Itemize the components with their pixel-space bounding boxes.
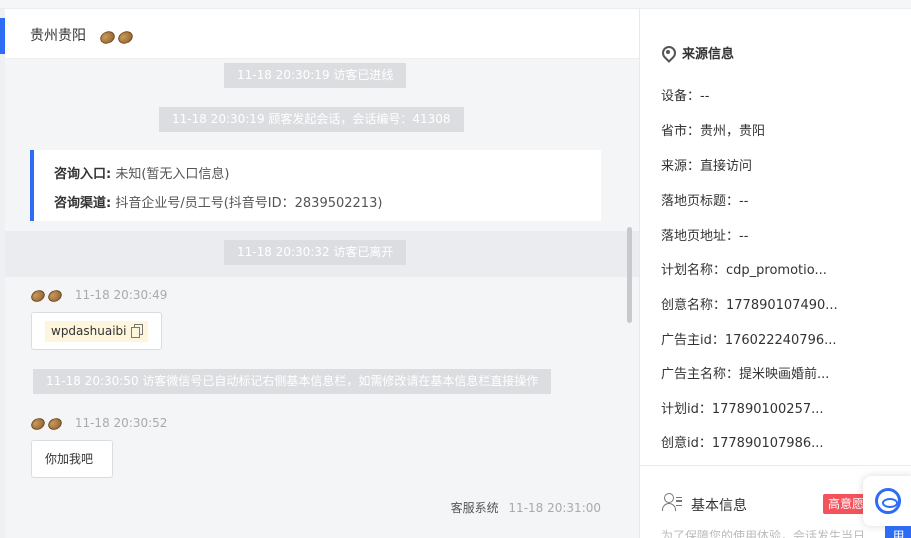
message-bubble: wpdashuaibi [31, 312, 162, 350]
consult-channel-row: 咨询渠道: 抖音企业号/员工号(抖音号ID：2839502213) [54, 192, 382, 211]
potato-emoji-icon [29, 287, 47, 304]
sender-name: 客服系统 [450, 501, 499, 515]
user-info-lines-icon [676, 497, 682, 506]
consult-entry-row: 咨询入口: 未知(暂无入口信息) [54, 163, 230, 182]
info-row-advertiser-id: 广告主id：176022240796... [661, 333, 837, 348]
consult-entry-label: 咨询入口: [54, 167, 112, 182]
info-row-creative-name: 创意名称：177890107490... [661, 298, 838, 313]
info-row-province: 省市：贵州，贵阳 [661, 124, 766, 139]
system-message: 11-18 20:30:50 访客微信号已自动标记右侧基本信息栏，如需修改请在基… [33, 369, 552, 394]
potato-emoji-icon [29, 415, 47, 432]
visitor-avatar-emojis [98, 27, 136, 46]
system-message: 11-18 20:30:19 访客已进线 [224, 63, 407, 88]
floating-assistant-button[interactable] [863, 476, 911, 526]
potato-emoji-icon [46, 415, 64, 432]
source-info-header: 来源信息 [662, 43, 734, 62]
info-row-advertiser-name: 广告主名称：提米映画婚前... [661, 367, 830, 382]
info-row-plan-name: 计划名称：cdp_promotio... [661, 263, 827, 278]
chat-panel: 贵州贵阳 11-18 20:30:19 访客已进线 11-18 20:30:19… [5, 9, 639, 538]
message-meta: 11-18 20:30:52 [29, 415, 168, 432]
consult-channel-label: 咨询渠道: [54, 196, 112, 211]
potato-emoji-icon [98, 29, 117, 46]
consult-info-card: 咨询入口: 未知(暂无入口信息) 咨询渠道: 抖音企业号/员工号(抖音号ID：2… [30, 150, 601, 221]
copy-icon[interactable] [130, 324, 143, 338]
wechat-id-tag[interactable]: wpdashuaibi [45, 321, 148, 342]
chat-title: 贵州贵阳 [30, 28, 86, 44]
retention-tip: 为了保障您的使用体验，会话发生当日 [661, 529, 866, 538]
potato-emoji-icon [116, 29, 135, 46]
message-time: 11-18 20:30:49 [74, 288, 168, 302]
message-meta: 11-18 20:30:49 [29, 287, 168, 304]
info-row-landing-title: 落地页标题：-- [661, 194, 749, 209]
location-pin-icon [662, 46, 674, 61]
chat-header: 贵州贵阳 [5, 9, 639, 59]
info-row-plan-id: 计划id：177890100257... [661, 402, 824, 417]
wechat-id-text: wpdashuaibi [51, 324, 127, 338]
app-root: 贵州贵阳 11-18 20:30:19 访客已进线 11-18 20:30:19… [0, 0, 911, 538]
system-message: 11-18 20:30:19 顾客发起会话，会话编号：41308 [159, 107, 464, 132]
top-bar [0, 0, 911, 9]
sent-time: 11-18 20:31:00 [508, 501, 601, 515]
message-bubble: 你加我吧 [31, 440, 113, 478]
assistant-logo-icon [875, 488, 901, 514]
sent-meta: 客服系统 11-18 20:31:00 [451, 499, 601, 516]
potato-emoji-icon [46, 287, 64, 304]
info-sidebar: 来源信息 设备：-- 省市：贵州，贵阳 来源：直接访问 落地页标题：-- 落地页… [639, 9, 911, 538]
info-row-source: 来源：直接访问 [661, 159, 753, 174]
section-divider [640, 465, 911, 466]
message-text: 你加我吧 [45, 452, 94, 466]
consult-entry-value: 未知(暂无入口信息) [115, 167, 230, 182]
chat-scrollbar[interactable] [627, 227, 632, 323]
message-time: 11-18 20:30:52 [74, 416, 168, 430]
system-message: 11-18 20:30:32 访客已离开 [224, 240, 407, 265]
info-row-landing-url: 落地页地址：-- [661, 229, 749, 244]
consult-channel-value: 抖音企业号/员工号(抖音号ID：2839502213) [115, 196, 383, 211]
source-info-title: 来源信息 [682, 47, 735, 62]
info-row-creative-id: 创意id：177890107986... [661, 436, 824, 451]
basic-info-title: 基本信息 [691, 498, 747, 514]
info-row-device: 设备：-- [661, 89, 710, 104]
use-button[interactable]: 用 [885, 526, 911, 538]
